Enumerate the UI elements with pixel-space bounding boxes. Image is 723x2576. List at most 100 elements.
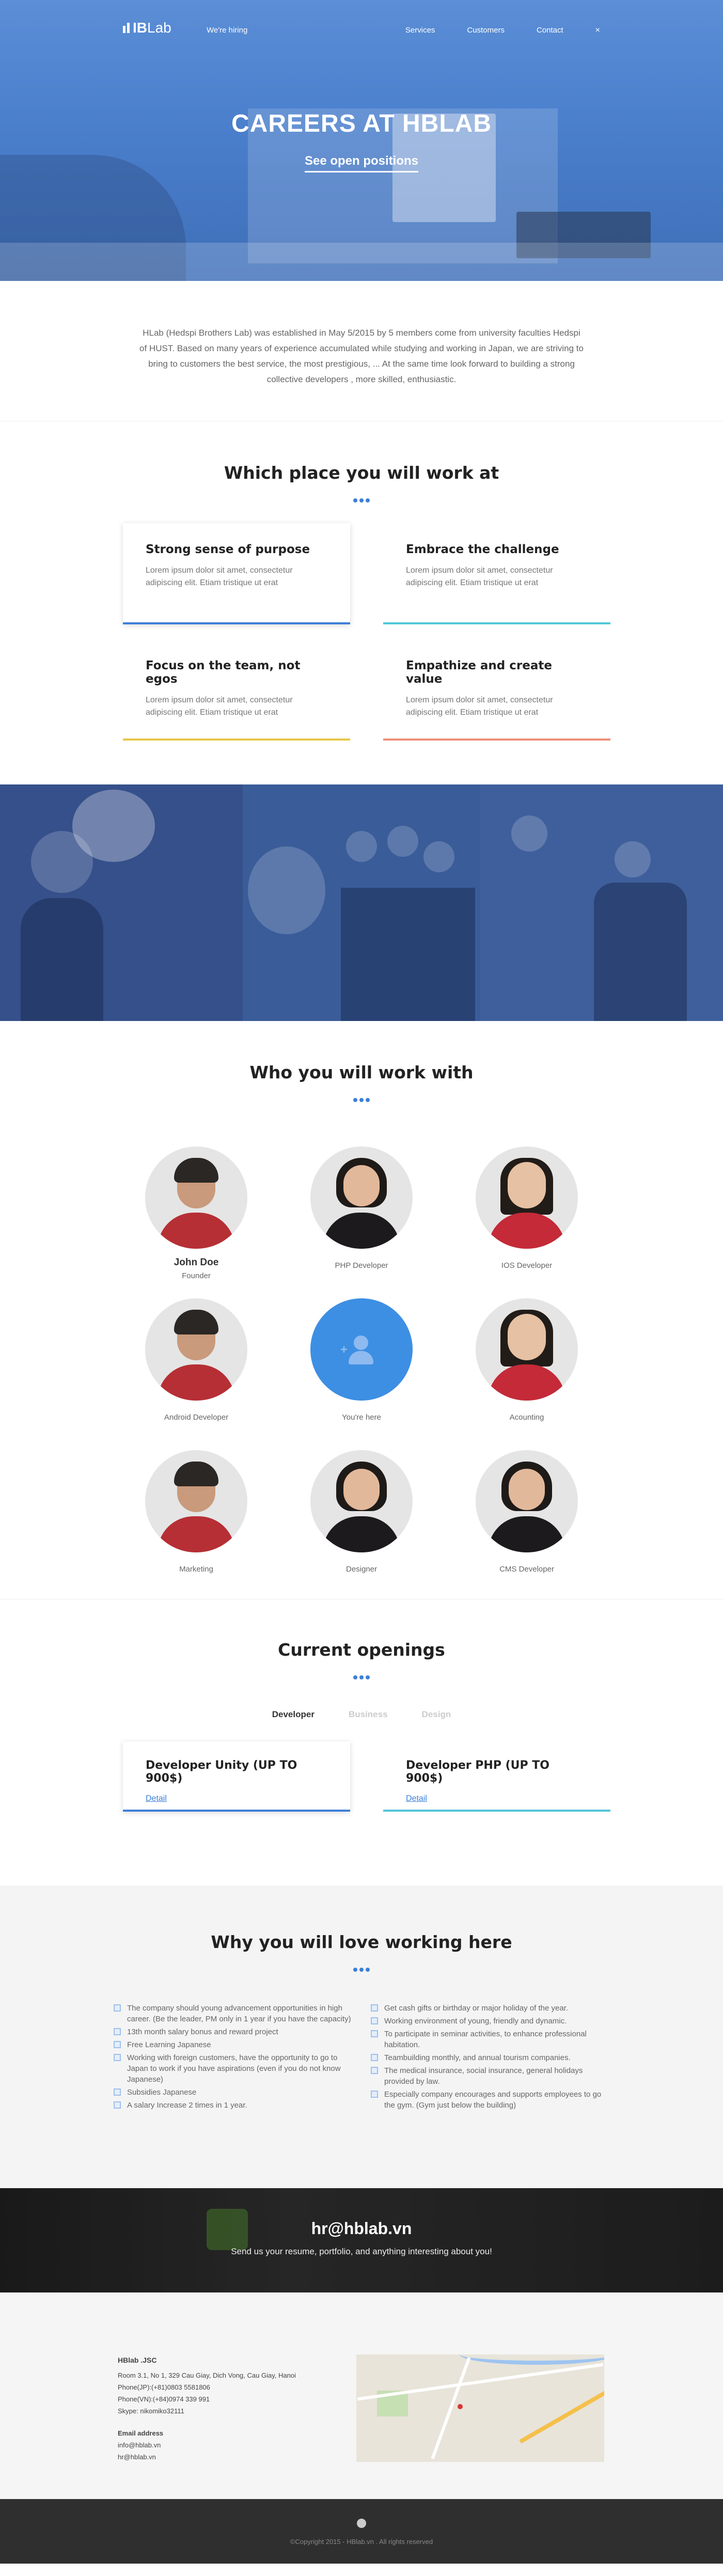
job-detail-link[interactable]: Detail (406, 1794, 427, 1803)
section-dots-icon (0, 1098, 723, 1102)
team-member[interactable]: PHP Developer (279, 1146, 444, 1280)
openings-section: Current openings Developer Business Desi… (0, 1599, 723, 1886)
check-icon (114, 2041, 121, 2048)
avatar (145, 1450, 247, 1552)
nav-services[interactable]: Services (405, 26, 435, 35)
check-icon (114, 2028, 121, 2035)
place-card-title: Focus on the team, not egos (146, 659, 301, 686)
job-card-line (123, 1810, 350, 1812)
logo-text: Lab (147, 20, 171, 36)
logo[interactable]: IB Lab (123, 20, 171, 36)
benefit-item: Teambuilding monthly, and annual tourism… (371, 2052, 609, 2063)
place-card[interactable]: Focus on the team, not egos Lorem ipsum … (123, 639, 350, 741)
benefit-item: 13th month salary bonus and reward proje… (114, 2027, 352, 2037)
tab-developer[interactable]: Developer (272, 1709, 315, 1720)
nav-contact[interactable]: Contact (537, 26, 563, 35)
check-icon (114, 2004, 121, 2012)
benefit-item: Free Learning Japanese (114, 2039, 352, 2050)
check-icon (371, 2017, 378, 2024)
team-photo (480, 784, 723, 1021)
company-name: HBlab .JSC (118, 2356, 157, 2364)
team-member[interactable]: IOS Developer (444, 1146, 609, 1280)
place-card[interactable]: Embrace the challenge Lorem ipsum dolor … (383, 523, 610, 624)
add-person-icon: + (340, 1336, 376, 1364)
avatar (476, 1298, 578, 1401)
check-icon (371, 2091, 378, 2098)
benefit-text: Working environment of young, friendly a… (384, 2017, 567, 2025)
job-detail-link[interactable]: Detail (146, 1794, 167, 1803)
job-title: Developer Unity (UP TO 900$) (146, 1759, 297, 1785)
team-member[interactable]: Acounting (444, 1298, 609, 1432)
member-role: Android Developer (164, 1413, 229, 1422)
team-member[interactable]: John Doe Founder (114, 1146, 279, 1280)
benefit-text: Teambuilding monthly, and annual tourism… (384, 2053, 571, 2062)
benefit-item: A salary Increase 2 times in 1 year. (114, 2100, 352, 2111)
benefit-text: Subsidies Japanese (127, 2088, 197, 2097)
benefit-item: Subsidies Japanese (114, 2087, 352, 2098)
job-card-line (383, 1810, 610, 1812)
place-card-text: Lorem ipsum dolor sit amet, consectetur … (146, 696, 293, 717)
place-card[interactable]: Empathize and create value Lorem ipsum d… (383, 639, 610, 741)
hero-background-table (0, 243, 723, 281)
job-card[interactable]: Developer PHP (UP TO 900$) Detail (383, 1741, 610, 1812)
team-photo (0, 784, 243, 1021)
benefit-item: Working with foreign customers, have the… (114, 2052, 352, 2085)
section-dots-icon (0, 498, 723, 502)
see-positions-link[interactable]: See open positions (304, 154, 419, 172)
place-card-title: Embrace the challenge (406, 543, 559, 556)
location-map[interactable] (356, 2354, 604, 2462)
benefits-left-column: The company should young advancement opp… (114, 2003, 352, 2113)
member-role: IOS Developer (501, 1261, 553, 1270)
avatar: + (310, 1298, 413, 1401)
benefit-text: Get cash gifts or birthday or major holi… (384, 2004, 569, 2013)
place-card-line (383, 622, 610, 624)
phone-vn: Phone(VN):(+84)0974 339 991 (118, 2395, 210, 2403)
benefit-text: To participate in seminar activities, to… (384, 2030, 587, 2049)
check-icon (371, 2004, 378, 2012)
benefits-title: Why you will love working here (211, 1932, 512, 1952)
team-section: Who you will work with John Doe Founder … (0, 1021, 723, 1599)
check-icon (371, 2067, 378, 2074)
email-hr[interactable]: hr@hblab.vn (118, 2451, 296, 2463)
email-heading: Email address (118, 2429, 164, 2437)
place-card-text: Lorem ipsum dolor sit amet, consectetur … (406, 696, 553, 717)
close-icon[interactable]: × (595, 26, 600, 35)
team-member[interactable]: Android Developer (114, 1298, 279, 1432)
intro-text: HLab (Hedspi Brothers Lab) was establish… (139, 328, 584, 384)
footer-info: HBlab .JSC Room 3.1, No 1, 329 Cau Giay,… (0, 2292, 723, 2499)
contact-text: Send us your resume, portfolio, and anyt… (231, 2247, 492, 2256)
place-card-title: Empathize and create value (406, 659, 552, 686)
team-member[interactable]: Marketing (114, 1450, 279, 1583)
contact-email[interactable]: hr@hblab.vn (0, 2188, 723, 2238)
job-card[interactable]: Developer Unity (UP TO 900$) Detail (123, 1741, 350, 1812)
member-role: Acounting (509, 1413, 544, 1422)
company-address: HBlab .JSC Room 3.1, No 1, 329 Cau Giay,… (118, 2354, 296, 2463)
team-member[interactable]: Designer (279, 1450, 444, 1583)
team-member[interactable]: CMS Developer (444, 1450, 609, 1583)
hiring-link[interactable]: We're hiring (207, 26, 247, 35)
nav-customers[interactable]: Customers (467, 26, 505, 35)
place-card-text: Lorem ipsum dolor sit amet, consectetur … (406, 566, 553, 587)
place-card[interactable]: Strong sense of purpose Lorem ipsum dolo… (123, 523, 350, 624)
email-info[interactable]: info@hblab.vn (118, 2439, 296, 2451)
logo-bars-icon (123, 23, 130, 33)
check-icon (371, 2030, 378, 2037)
footer-bar: ©Copyright 2015 - HBlab.vn . All rights … (0, 2499, 723, 2564)
github-icon[interactable] (357, 2519, 366, 2528)
benefit-text: Free Learning Japanese (127, 2040, 211, 2049)
benefit-item: Get cash gifts or birthday or major holi… (371, 2003, 609, 2014)
join-team-slot[interactable]: + You're here (279, 1298, 444, 1432)
benefit-text: Working with foreign customers, have the… (127, 2053, 341, 2084)
tab-design[interactable]: Design (422, 1709, 451, 1720)
tab-business[interactable]: Business (349, 1709, 388, 1720)
avatar (476, 1146, 578, 1249)
map-pin-icon (458, 2404, 463, 2409)
benefit-text: The medical insurance, social insurance,… (384, 2066, 583, 2086)
avatar (310, 1450, 413, 1552)
member-name: John Doe (174, 1257, 219, 1268)
intro-section: HLab (Hedspi Brothers Lab) was establish… (0, 281, 723, 421)
place-card-title: Strong sense of purpose (146, 543, 310, 556)
benefit-item: The medical insurance, social insurance,… (371, 2065, 609, 2087)
main-menu: Services Customers Contact × (405, 26, 600, 35)
team-title: Who you will work with (249, 1062, 474, 1082)
